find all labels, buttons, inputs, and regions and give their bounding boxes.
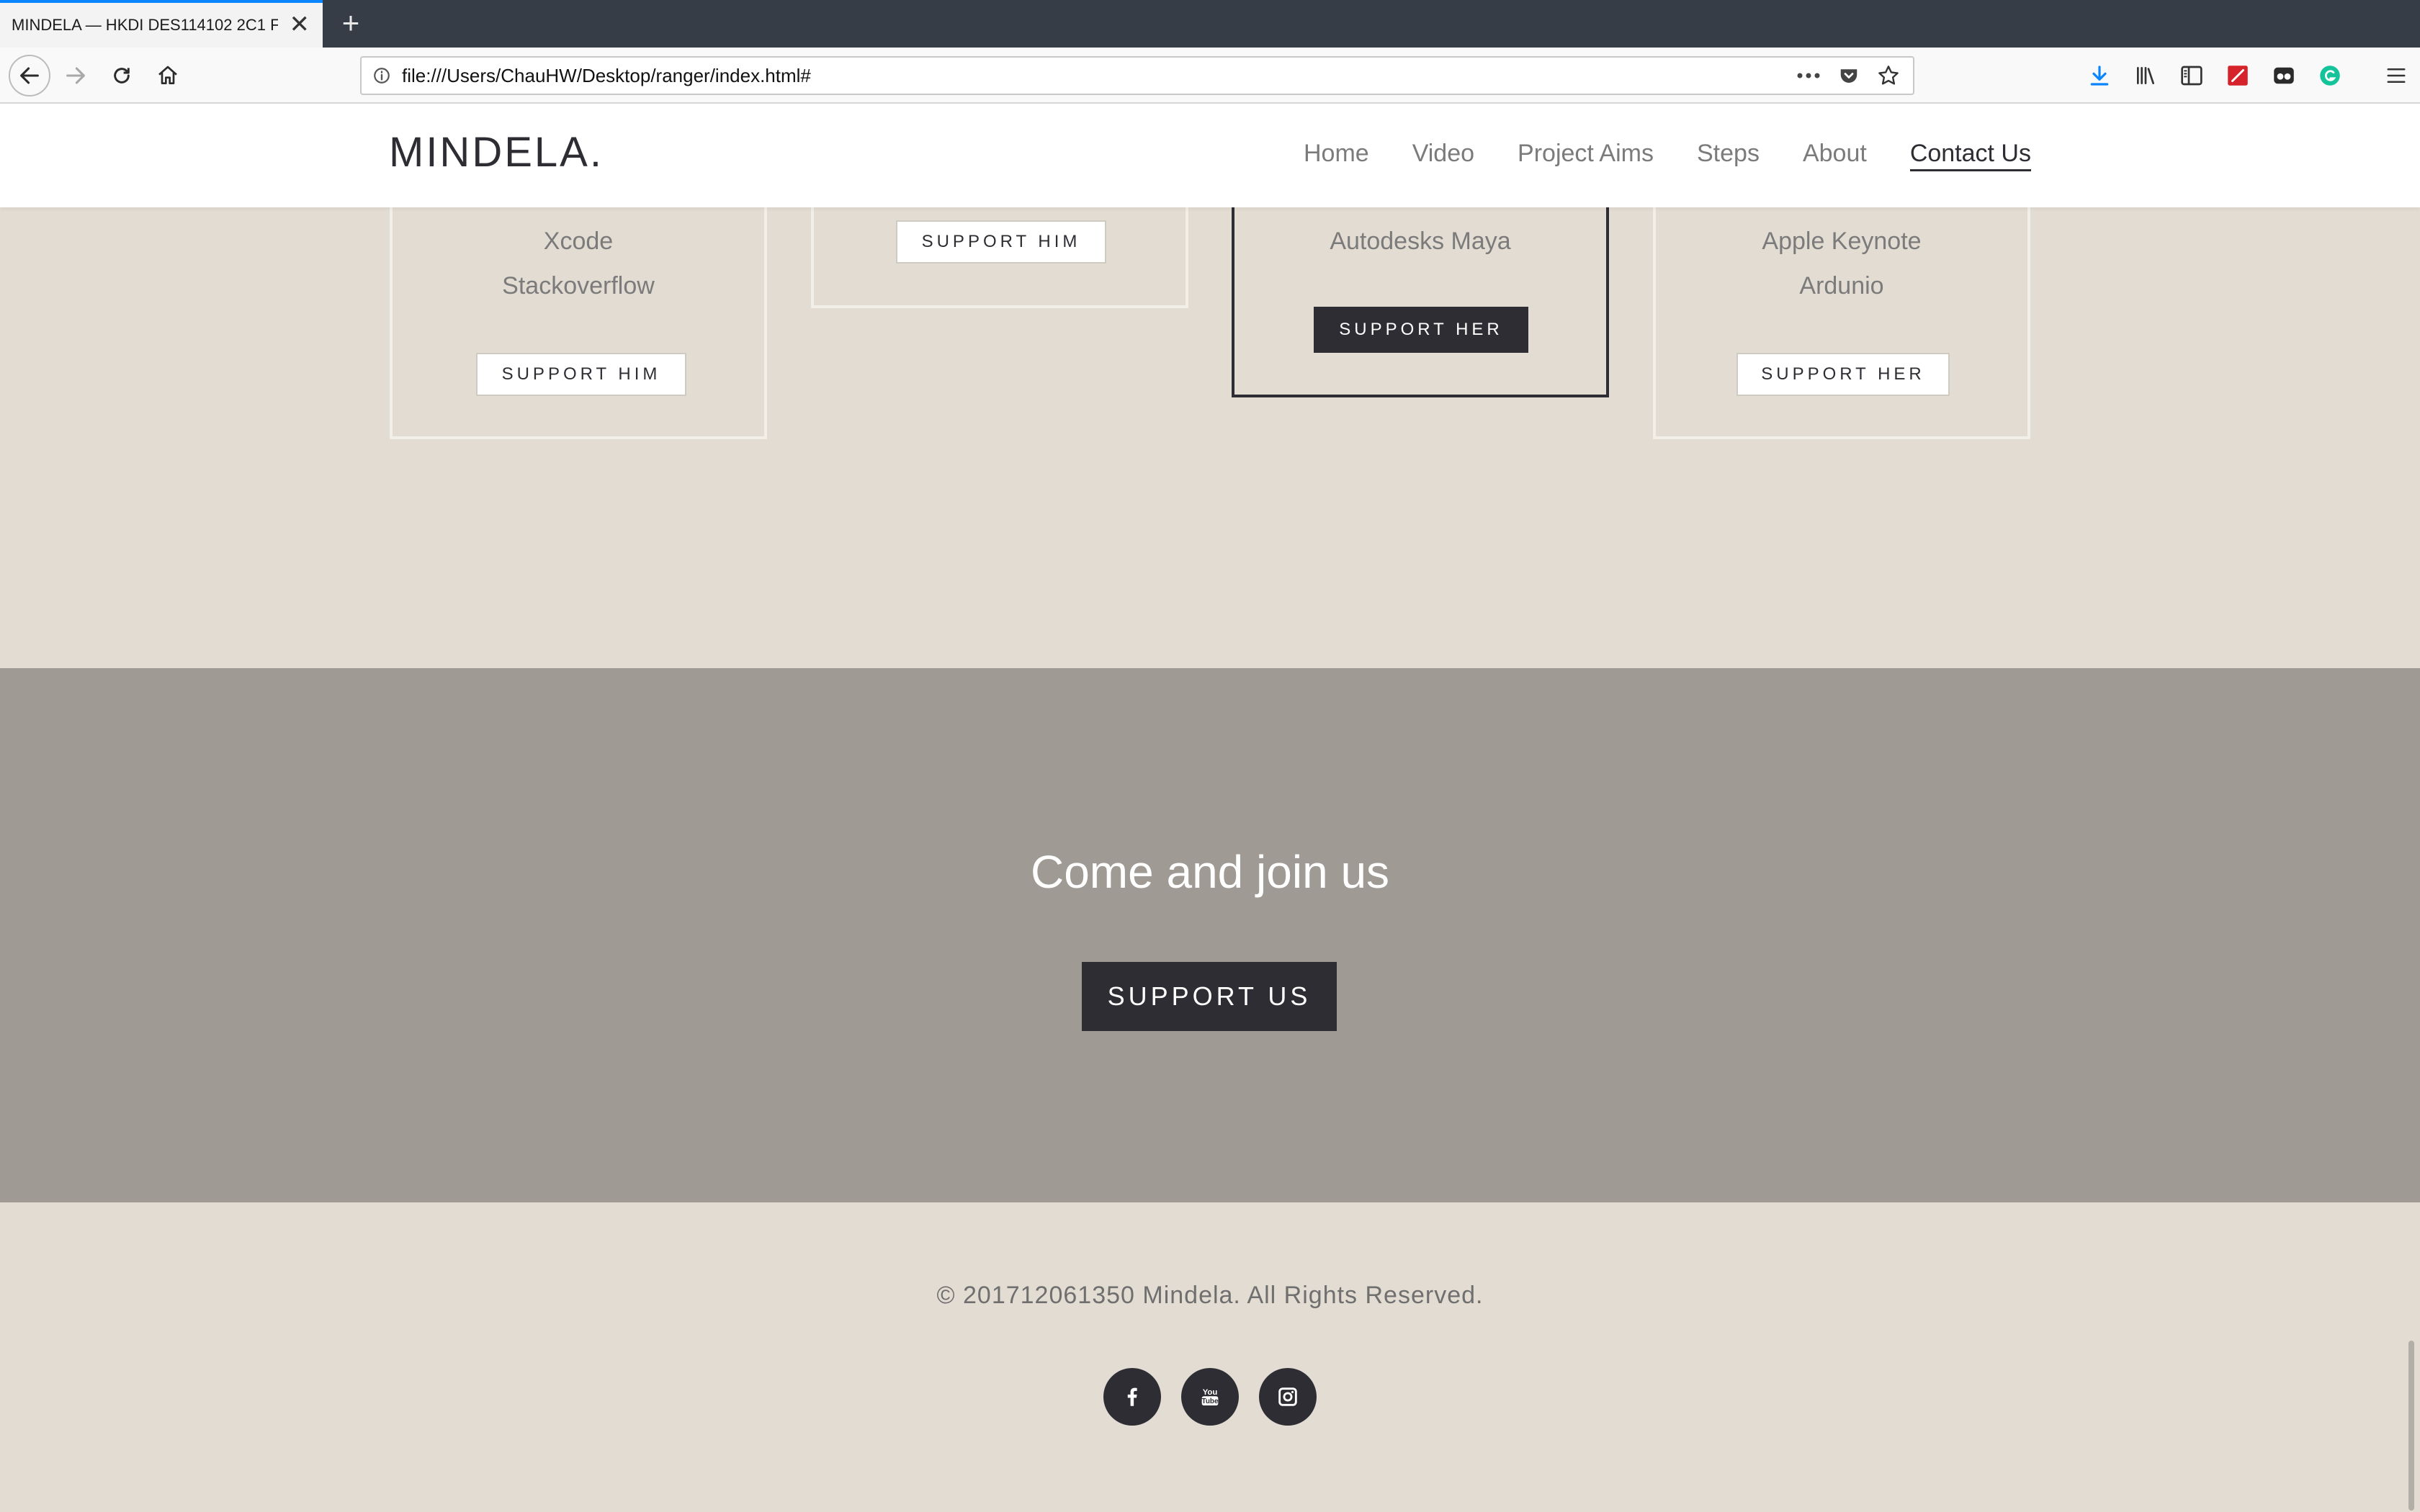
back-button[interactable] [9, 55, 50, 96]
site-logo[interactable]: MINDELA. [389, 128, 604, 176]
home-icon [158, 66, 177, 84]
page-scrollbar-thumb[interactable] [2408, 1341, 2414, 1511]
site-header: MINDELA. Home Video Project Aims Steps A… [0, 104, 2420, 207]
grammarly-icon[interactable] [2315, 60, 2345, 91]
forward-arrow-icon [66, 67, 85, 84]
sidebar-icon[interactable] [2177, 60, 2207, 91]
support-us-button[interactable]: SUPPORT US [1082, 962, 1337, 1031]
join-section: Come and join us SUPPORT US [0, 668, 2420, 1202]
browser-nav-bar: file:///Users/ChauHW/Desktop/ranger/inde… [0, 48, 2420, 104]
join-title: Come and join us [1030, 846, 1390, 898]
support-him-button[interactable]: SUPPORT HIM [476, 353, 686, 396]
site-info-icon[interactable] [362, 66, 402, 85]
card-skill: Xcode [543, 228, 614, 255]
nav-steps[interactable]: Steps [1697, 140, 1760, 171]
youtube-icon: YouTube [1202, 1388, 1219, 1405]
card-skill: Ardunio [1799, 272, 1884, 300]
browser-tab[interactable]: MINDELA — HKDI DES114102 2C1 F ✕ [0, 0, 323, 48]
back-arrow-icon [20, 67, 39, 84]
toolbar-right [2084, 58, 2411, 94]
card-skill: Autodesks Maya [1330, 228, 1511, 255]
extension-glasses-icon[interactable] [2269, 60, 2299, 91]
svg-text:You: You [1203, 1388, 1218, 1397]
facebook-icon [1127, 1387, 1137, 1406]
nav-project-aims[interactable]: Project Aims [1518, 140, 1654, 171]
library-icon[interactable] [2130, 60, 2161, 91]
pocket-icon[interactable] [1838, 65, 1860, 86]
support-her-button[interactable]: SUPPORT HER [1736, 353, 1950, 396]
extension-red-icon[interactable] [2223, 60, 2253, 91]
new-tab-button[interactable]: + [333, 4, 369, 43]
instagram-icon [1278, 1387, 1297, 1406]
downloads-icon[interactable] [2084, 60, 2115, 91]
page-actions-icon[interactable] [1796, 71, 1821, 80]
url-bar[interactable]: file:///Users/ChauHW/Desktop/ranger/inde… [360, 56, 1914, 95]
card-skill: Stackoverflow [502, 272, 655, 300]
tab-title: MINDELA — HKDI DES114102 2C1 F [12, 16, 278, 34]
copyright-text: © 201712061350 Mindela. All Rights Reser… [936, 1282, 1484, 1309]
menu-icon[interactable] [2381, 60, 2411, 91]
nav-about[interactable]: About [1803, 140, 1867, 171]
instagram-link[interactable] [1259, 1368, 1317, 1426]
svg-text:Tube: Tube [1202, 1398, 1219, 1405]
reload-icon [114, 68, 130, 84]
site-nav: Home Video Project Aims Steps About Cont… [1304, 140, 2031, 171]
facebook-link[interactable] [1103, 1368, 1161, 1426]
support-her-button[interactable]: SUPPORT HER [1314, 307, 1528, 353]
nav-home[interactable]: Home [1304, 140, 1369, 171]
bookmark-star-icon[interactable] [1877, 64, 1900, 87]
forward-button[interactable] [55, 55, 97, 96]
support-him-button[interactable]: SUPPORT HIM [896, 220, 1106, 264]
home-button[interactable] [147, 55, 189, 96]
card-skill: Apple Keynote [1762, 228, 1922, 255]
nav-video[interactable]: Video [1412, 140, 1474, 171]
nav-contact-us[interactable]: Contact Us [1909, 140, 2031, 171]
url-text[interactable]: file:///Users/ChauHW/Desktop/ranger/inde… [402, 65, 1796, 87]
reload-button[interactable] [101, 55, 143, 96]
close-tab-icon[interactable]: ✕ [290, 10, 310, 39]
youtube-link[interactable]: You Tube [1181, 1368, 1239, 1426]
